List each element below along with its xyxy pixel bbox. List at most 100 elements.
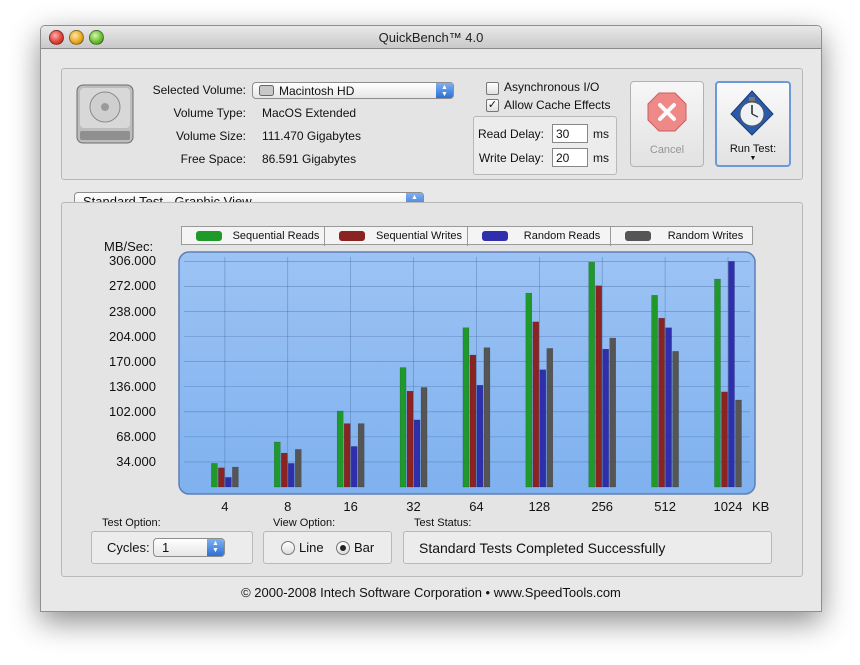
- run-test-button[interactable]: Run Test: ▼: [715, 81, 791, 167]
- run-test-menu-icon: ▼: [749, 155, 757, 162]
- bar-sequential-reads: [211, 463, 218, 488]
- legend: Sequential Reads Sequential Writes Rando…: [181, 226, 754, 246]
- bar-sequential-writes: [218, 467, 225, 488]
- x-tick-label: 1024: [713, 499, 743, 514]
- legend-item-sequential-writes: Sequential Writes: [325, 227, 468, 246]
- stop-icon: [647, 92, 687, 132]
- cache-effects-label: Allow Cache Effects: [504, 98, 611, 112]
- bar-random-writes: [232, 466, 239, 488]
- cancel-label: Cancel: [649, 144, 685, 156]
- bar-sequential-writes: [595, 285, 602, 488]
- free-space-label: Free Space:: [180, 152, 246, 166]
- legend-item-sequential-reads: Sequential Reads: [182, 227, 325, 246]
- x-tick-label: 512: [654, 499, 676, 514]
- bar-random-reads: [728, 261, 735, 488]
- y-tick-label: 136.000: [109, 378, 156, 394]
- write-delay-unit: ms: [593, 151, 609, 165]
- legend-label: Sequential Writes: [375, 230, 462, 242]
- async-io-checkbox[interactable]: [486, 82, 499, 95]
- volume-size-label: Volume Size:: [175, 129, 246, 143]
- bar-sequential-writes: [469, 354, 477, 488]
- radio-selected-dot: [340, 545, 346, 551]
- write-delay-label: Write Delay:: [478, 151, 544, 165]
- y-tick-label: 204.000: [109, 328, 156, 344]
- legend-label: Random Writes: [667, 230, 744, 242]
- bar-sequential-reads: [588, 261, 595, 488]
- bar-random-writes: [735, 399, 742, 488]
- legend-item-random-writes: Random Writes: [611, 227, 754, 246]
- bar-sequential-reads: [525, 292, 533, 488]
- bar-random-writes: [295, 449, 302, 488]
- view-option-group: Line Bar: [263, 531, 392, 564]
- line-radio[interactable]: [281, 541, 295, 555]
- y-tick-label: 238.000: [109, 303, 156, 319]
- volume-type-value: MacOS Extended: [262, 106, 357, 120]
- bar-random-reads: [413, 419, 421, 488]
- y-tick-label: 68.000: [116, 428, 156, 444]
- bar-sequential-writes: [532, 321, 540, 488]
- test-option-group: Cycles: 1 ▲ ▼: [91, 531, 253, 564]
- line-radio-label: Line: [299, 540, 324, 555]
- volume-type-label: Volume Type:: [173, 106, 247, 120]
- y-tick-label: 34.000: [116, 453, 156, 469]
- bar-sequential-writes: [406, 390, 414, 488]
- footer-copyright: © 2000-2008 Intech Software Corporation …: [241, 585, 621, 600]
- read-delay-label: Read Delay:: [477, 127, 544, 141]
- x-tick-label: 4: [221, 499, 229, 514]
- delay-group: Read Delay: 30 ms Write Delay: 20 ms: [473, 116, 617, 175]
- volume-size-value: 111.470 Gigabytes: [262, 129, 361, 143]
- read-delay-field[interactable]: 30: [552, 124, 588, 143]
- bar-sequential-reads: [336, 410, 344, 488]
- x-tick-label: 16: [343, 499, 358, 514]
- bar-random-reads: [350, 446, 358, 488]
- async-io-label: Asynchronous I/O: [504, 80, 600, 94]
- y-tick-label: 170.000: [109, 353, 156, 369]
- chart-panel: MB/Sec: Sequential Reads Sequential Writ…: [61, 202, 803, 577]
- popup-arrows-icon: ▲▼: [436, 83, 453, 98]
- cycles-label: Cycles:: [107, 540, 150, 555]
- cycles-value: 1: [162, 540, 170, 555]
- quickbench-window: QuickBench™ 4.0 Selected Volume: Macinto…: [40, 25, 822, 612]
- bar-random-reads: [288, 463, 295, 488]
- bar-radio-label: Bar: [354, 540, 375, 555]
- bar-sequential-writes: [658, 317, 665, 488]
- read-delay-unit: ms: [593, 127, 609, 141]
- bar-sequential-reads: [462, 327, 470, 488]
- volume-select[interactable]: Macintosh HD ▲ ▼: [252, 82, 454, 99]
- x-tick-label: 128: [528, 499, 551, 514]
- popup-arrows-icon: ▲▼: [207, 539, 224, 556]
- write-delay-field[interactable]: 20: [552, 148, 588, 167]
- bar-sequential-reads: [399, 367, 407, 488]
- bar-random-reads: [539, 369, 547, 488]
- cycles-select[interactable]: 1 ▲ ▼: [153, 538, 225, 557]
- x-axis-unit: KB: [752, 499, 770, 514]
- legend-swatch: [196, 231, 222, 241]
- bar-radio[interactable]: [336, 541, 350, 555]
- cancel-button[interactable]: Cancel: [630, 81, 704, 167]
- bar-random-reads: [602, 348, 609, 488]
- bar-random-writes: [483, 347, 491, 488]
- throughput-bar-chart: [178, 251, 756, 495]
- bar-sequential-reads: [651, 295, 658, 488]
- title-bar: QuickBench™ 4.0: [41, 26, 821, 49]
- bar-random-writes: [546, 348, 554, 488]
- x-tick-label: 32: [406, 499, 421, 514]
- legend-swatch: [482, 231, 508, 241]
- test-option-label: Test Option:: [102, 517, 161, 529]
- volume-select-value: Macintosh HD: [279, 84, 355, 98]
- bar-random-writes: [420, 387, 428, 488]
- stopwatch-icon: [730, 90, 774, 136]
- y-tick-label: 306.000: [109, 253, 156, 269]
- disk-icon: [259, 85, 274, 96]
- cache-effects-checkbox[interactable]: ✓: [486, 99, 499, 112]
- y-tick-label: 102.000: [109, 403, 156, 419]
- bar-random-reads: [476, 385, 484, 488]
- legend-swatch: [339, 231, 365, 241]
- bar-sequential-reads: [714, 278, 721, 488]
- test-status-text: Standard Tests Completed Successfully: [419, 540, 666, 556]
- hard-drive-icon: [76, 84, 134, 144]
- legend-label: Sequential Reads: [232, 230, 320, 242]
- x-tick-label: 256: [591, 499, 614, 514]
- x-tick-label: 8: [284, 499, 292, 514]
- y-tick-label: 272.000: [109, 278, 156, 294]
